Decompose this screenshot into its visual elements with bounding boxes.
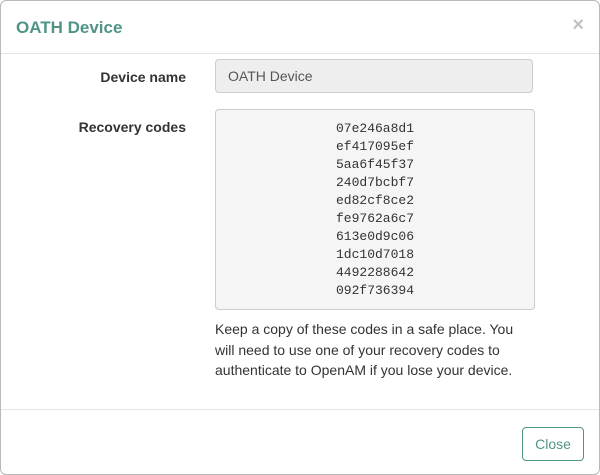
dialog-footer: Close — [1, 409, 599, 474]
oath-device-dialog: OATH Device × Device name Recovery codes… — [0, 0, 600, 475]
recovery-code: 240d7bcbf7 — [335, 175, 414, 190]
device-name-field[interactable] — [215, 59, 533, 93]
recovery-codes-label: Recovery codes — [78, 119, 186, 135]
recovery-code: 092f736394 — [335, 283, 414, 298]
close-button[interactable]: Close — [522, 427, 584, 461]
recovery-code: 1dc10d7018 — [335, 247, 414, 262]
dialog-title: OATH Device — [16, 18, 123, 37]
device-name-label: Device name — [100, 69, 186, 85]
recovery-code: fe9762a6c7 — [335, 211, 414, 226]
recovery-code: ef417095ef — [335, 139, 414, 154]
recovery-code: 5aa6f45f37 — [335, 157, 414, 172]
recovery-code: 4492288642 — [335, 265, 414, 280]
recovery-codes-help-text: Keep a copy of these codes in a safe pla… — [215, 321, 514, 378]
recovery-code: 613e0d9c06 — [335, 229, 414, 244]
dialog-header: OATH Device × — [1, 1, 599, 54]
close-icon[interactable]: × — [572, 15, 584, 35]
recovery-code: 07e246a8d1 — [335, 121, 414, 136]
recovery-code: ed82cf8ce2 — [335, 193, 414, 208]
recovery-codes-box: 07e246a8d1 ef417095ef 5aa6f45f37 240d7bc… — [215, 109, 535, 310]
